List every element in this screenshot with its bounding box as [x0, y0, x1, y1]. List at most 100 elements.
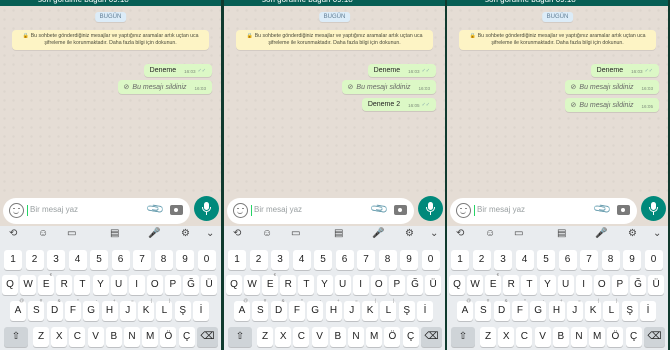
keyboard-key[interactable]: O	[370, 275, 387, 295]
gif-icon[interactable]: ▭	[514, 228, 523, 239]
keyboard-key[interactable]: Ğ	[407, 275, 423, 295]
keyboard-key[interactable]: G-	[530, 298, 547, 321]
keyboard-key[interactable]: Ş	[621, 301, 638, 321]
deleted-message-bubble[interactable]: ⊘ Bu mesajı sildiniz 16:05	[564, 98, 659, 112]
keyboard-key[interactable]: N	[348, 327, 364, 347]
message-input[interactable]: Bir mesaj yaz	[254, 205, 302, 214]
keyboard-key[interactable]: 9	[176, 250, 194, 270]
message-input[interactable]: Bir mesaj yaz	[30, 205, 78, 214]
keyboard-key[interactable]: M	[589, 327, 606, 347]
emoji-icon[interactable]	[233, 203, 248, 218]
keyboard-key[interactable]: 6	[558, 250, 577, 270]
keyboard-key[interactable]: W	[467, 275, 484, 295]
keyboard-key[interactable]: 0	[644, 250, 663, 270]
keyboard-key[interactable]: 1	[228, 250, 246, 270]
keyboard-key[interactable]: 6	[111, 250, 130, 270]
camera-icon[interactable]	[394, 205, 407, 215]
message-input[interactable]: Bir mesaj yaz	[477, 205, 525, 214]
translate-icon[interactable]: ⟲	[456, 228, 464, 239]
keyboard-key[interactable]: 4	[68, 250, 87, 270]
keyboard-key[interactable]: 7	[133, 250, 151, 270]
keyboard-key[interactable]: Ğ	[630, 275, 646, 295]
encryption-notice[interactable]: 🔒 Bu sohbete gönderdiğiniz mesajlar ve ya…	[459, 30, 656, 50]
backspace-key[interactable]: ⌫	[644, 327, 665, 347]
keyboard-key[interactable]: E €	[485, 272, 502, 295]
keyboard-key[interactable]: L)	[380, 298, 397, 321]
gear-icon[interactable]: ⚙	[181, 228, 190, 239]
keyboard-key[interactable]: D &	[270, 298, 287, 321]
emoji-icon[interactable]: ☺	[262, 228, 272, 239]
keyboard-key[interactable]: 1	[4, 250, 22, 270]
keyboard-key[interactable]: 8	[154, 250, 173, 270]
voice-record-button[interactable]	[194, 196, 219, 221]
keyboard-key[interactable]: R	[503, 275, 520, 295]
keyboard-key[interactable]: C	[69, 327, 86, 347]
keyboard-key[interactable]: Q	[449, 275, 465, 295]
keyboard-key[interactable]: Y	[92, 275, 109, 295]
deleted-message-bubble[interactable]: ⊘ Bu mesajı sildiniz 16:03	[341, 80, 436, 94]
keyboard-key[interactable]: L)	[156, 298, 173, 321]
message-input-bar[interactable]: Bir mesaj yaz 📎	[450, 198, 637, 224]
keyboard-key[interactable]: Ö	[160, 327, 177, 347]
keyboard-key[interactable]: D &	[46, 298, 63, 321]
keyboard-key[interactable]: B	[329, 327, 346, 347]
keyboard-key[interactable]: 3	[271, 250, 289, 270]
keyboard-key[interactable]: N	[571, 327, 587, 347]
keyboard-key[interactable]: R	[280, 275, 297, 295]
keyboard-key[interactable]: 6	[335, 250, 354, 270]
keyboard-key[interactable]: B	[105, 327, 122, 347]
emoji-icon[interactable]: ☺	[38, 228, 48, 239]
keyboard-key[interactable]: Z	[257, 327, 273, 347]
keyboard-key[interactable]: C	[516, 327, 533, 347]
keyboard-key[interactable]: U	[334, 275, 351, 295]
mic-icon[interactable]: 🎤	[595, 228, 607, 239]
keyboard-key[interactable]: H +	[548, 298, 565, 321]
shift-key[interactable]: ⇧	[228, 327, 252, 347]
clipboard-icon[interactable]: ▤	[557, 228, 566, 239]
keyboard-key[interactable]: 1	[451, 250, 469, 270]
translate-icon[interactable]: ⟲	[233, 228, 241, 239]
keyboard-key[interactable]: I	[575, 275, 592, 295]
keyboard-key[interactable]: 9	[400, 250, 418, 270]
keyboard-key[interactable]: B	[552, 327, 569, 347]
keyboard-key[interactable]: Ğ	[183, 275, 199, 295]
emoji-icon[interactable]	[456, 203, 471, 218]
backspace-key[interactable]: ⌫	[421, 327, 442, 347]
keyboard-key[interactable]: Ü	[648, 275, 665, 295]
keyboard-key[interactable]: 7	[357, 250, 375, 270]
chat-area[interactable]: BUGÜN 🔒 Bu sohbete gönderdiğiniz mesajlar …	[224, 6, 445, 194]
message-bubble[interactable]: Deneme 16:03 ✓✓	[143, 64, 212, 77]
keyboard-key[interactable]: A @	[457, 298, 473, 321]
keyboard-key[interactable]: Y	[539, 275, 556, 295]
keyboard-key[interactable]: 2	[472, 250, 491, 270]
keyboard-key[interactable]: K(	[362, 298, 379, 321]
camera-icon[interactable]	[617, 205, 630, 215]
keyboard-key[interactable]: 3	[494, 250, 512, 270]
chevron-down-icon[interactable]: ⌄	[206, 228, 214, 239]
mic-icon[interactable]: 🎤	[148, 228, 160, 239]
keyboard-key[interactable]: E €	[262, 272, 279, 295]
gear-icon[interactable]: ⚙	[628, 228, 637, 239]
keyboard-key[interactable]: Q	[2, 275, 18, 295]
keyboard-key[interactable]: Ç	[178, 327, 195, 347]
keyboard-key[interactable]: S #	[252, 298, 269, 321]
keyboard-key[interactable]: İ	[193, 301, 209, 321]
chevron-down-icon[interactable]: ⌄	[653, 228, 661, 239]
keyboard-key[interactable]: P	[388, 275, 405, 295]
keyboard-key[interactable]: S #	[28, 298, 45, 321]
keyboard-key[interactable]: M	[142, 327, 159, 347]
message-bubble[interactable]: Deneme 16:03 ✓✓	[590, 64, 659, 77]
keyboard-key[interactable]: K(	[138, 298, 155, 321]
shift-key[interactable]: ⇧	[451, 327, 475, 347]
keyboard-key[interactable]: G-	[83, 298, 100, 321]
message-input-bar[interactable]: Bir mesaj yaz 📎	[3, 198, 190, 224]
keyboard-key[interactable]: S #	[475, 298, 492, 321]
encryption-notice[interactable]: 🔒 Bu sohbete gönderdiğiniz mesajlar ve ya…	[236, 30, 433, 50]
keyboard-key[interactable]: X	[498, 327, 515, 347]
keyboard-key[interactable]: A @	[234, 298, 250, 321]
keyboard-key[interactable]: V	[311, 327, 328, 347]
keyboard-key[interactable]: L)	[603, 298, 620, 321]
keyboard-key[interactable]: N	[124, 327, 140, 347]
keyboard-key[interactable]: Ö	[384, 327, 401, 347]
keyboard-key[interactable]: 7	[580, 250, 598, 270]
